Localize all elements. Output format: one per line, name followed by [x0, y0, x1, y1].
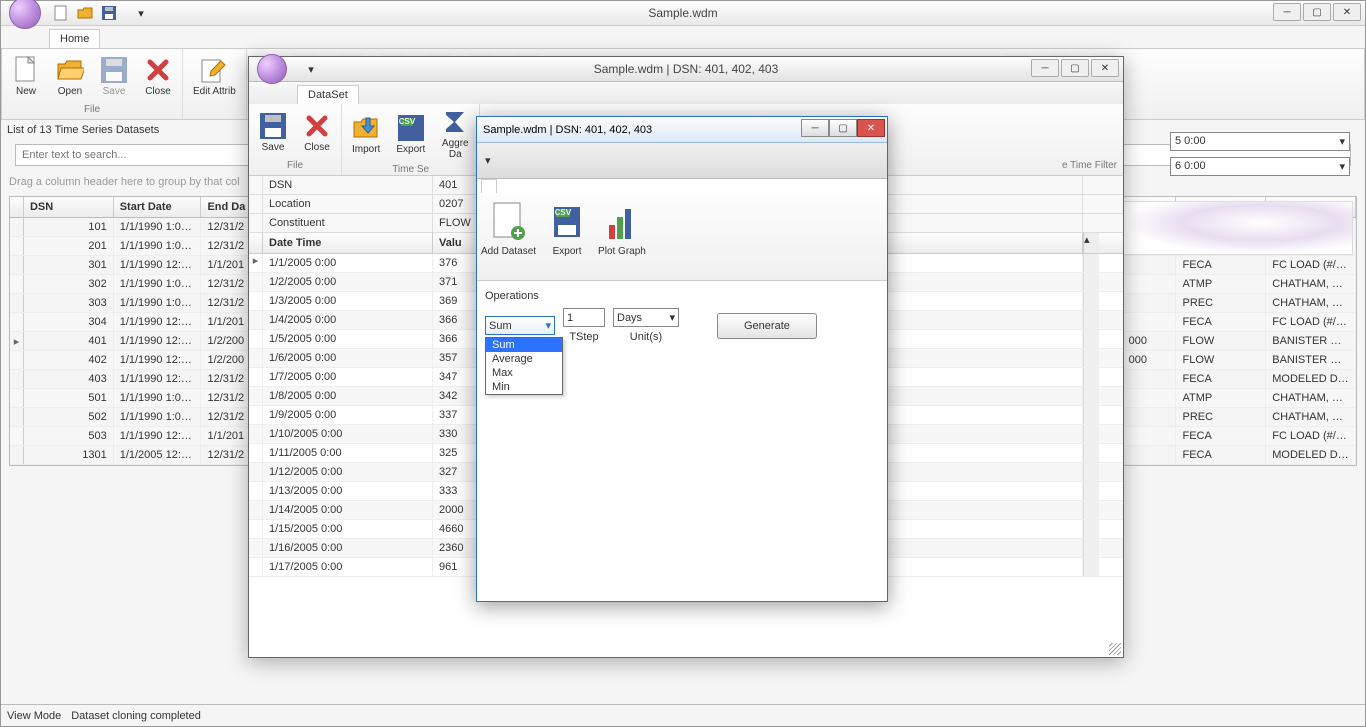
new-button[interactable]: New — [8, 54, 44, 99]
main-close-button[interactable]: ✕ — [1333, 3, 1361, 21]
ds-maximize-button[interactable]: ▢ — [1061, 59, 1089, 77]
col-start[interactable]: Start Date — [114, 197, 202, 217]
ds-minimize-button[interactable]: ─ — [1031, 59, 1059, 77]
ds-import-button[interactable]: Import — [348, 112, 384, 157]
chevron-down-icon: ▾ — [545, 319, 551, 332]
main-minimize-button[interactable]: ─ — [1273, 3, 1301, 21]
ds-col-datetime[interactable]: Date Time — [263, 233, 433, 253]
ds-close-button-ribbon[interactable]: Close — [299, 110, 335, 155]
dropdown-item-sum[interactable]: Sum — [486, 338, 562, 352]
status-message: Dataset cloning completed — [71, 710, 201, 722]
time-filter-start-combo[interactable]: 5 0:00▾ — [1170, 132, 1350, 151]
main-maximize-button[interactable]: ▢ — [1303, 3, 1331, 21]
svg-text:csv: csv — [555, 206, 572, 218]
col-dsn[interactable]: DSN — [24, 197, 114, 217]
resize-grip-icon[interactable] — [1109, 643, 1121, 655]
op-blank-tab[interactable] — [481, 179, 497, 193]
save-button[interactable]: Save — [96, 54, 132, 99]
add-dataset-button[interactable]: Add Dataset — [481, 199, 536, 274]
operations-section-label: Operations — [485, 290, 879, 302]
app-orb-icon[interactable] — [9, 0, 41, 29]
chevron-down-icon: ▾ — [1339, 160, 1345, 173]
dataset-window-title: Sample.wdm | DSN: 401, 402, 403 — [594, 62, 779, 76]
ds-qat-dropdown-icon[interactable]: ▾ — [303, 61, 319, 77]
open-button[interactable]: Open — [52, 54, 88, 99]
generate-button[interactable]: Generate — [717, 313, 817, 339]
time-filter-panel: 5 0:00▾ 6 0:00▾ — [1130, 132, 1350, 176]
tstep-input[interactable] — [563, 308, 605, 327]
unit-combo[interactable]: Days▾ — [613, 308, 679, 327]
close-button[interactable]: Close — [140, 54, 176, 99]
tstep-label: TStep — [569, 331, 598, 343]
decor-panel — [1123, 201, 1353, 255]
scrollbar-up-icon[interactable]: ▴ — [1083, 233, 1099, 253]
op-export-button[interactable]: csv Export — [548, 199, 586, 274]
ribbon-group-file-label: File — [84, 102, 100, 117]
edit-attrib-button[interactable]: Edit Attrib — [189, 54, 240, 99]
main-ribbon-tabs: Home — [1, 26, 1365, 48]
qat-new-icon[interactable] — [53, 5, 69, 21]
main-title-bar: ▾ Sample.wdm ─ ▢ ✕ — [1, 1, 1365, 26]
status-mode: View Mode — [7, 710, 61, 722]
ds-aggregate-button[interactable]: Aggre Da — [437, 106, 473, 162]
op-maximize-button[interactable]: ▢ — [829, 119, 857, 137]
op-qat-dropdown-icon[interactable]: ▾ — [485, 154, 491, 167]
chevron-down-icon: ▾ — [669, 311, 675, 324]
operations-window: Sample.wdm | DSN: 401, 402, 403 ─ ▢ ✕ ▾ … — [476, 116, 888, 602]
qat-save-icon[interactable] — [101, 5, 117, 21]
ds-export-button[interactable]: csvExport — [392, 112, 429, 157]
status-bar: View Mode Dataset cloning completed — [1, 704, 1365, 726]
qat-dropdown-icon[interactable]: ▾ — [133, 5, 149, 21]
dropdown-item-max[interactable]: Max — [486, 366, 562, 380]
dropdown-item-average[interactable]: Average — [486, 352, 562, 366]
qat-open-icon[interactable] — [77, 5, 93, 21]
dataset-title-bar[interactable]: ▾ Sample.wdm | DSN: 401, 402, 403 ─ ▢ ✕ — [249, 57, 1123, 82]
tab-home[interactable]: Home — [49, 29, 100, 48]
main-window-title: Sample.wdm — [648, 6, 717, 20]
op-close-button[interactable]: ✕ — [857, 119, 885, 137]
operations-window-title: Sample.wdm | DSN: 401, 402, 403 — [483, 124, 652, 136]
op-minimize-button[interactable]: ─ — [801, 119, 829, 137]
ds-close-button[interactable]: ✕ — [1091, 59, 1119, 77]
tab-dataset[interactable]: DataSet — [297, 85, 359, 104]
dropdown-item-min[interactable]: Min — [486, 380, 562, 394]
ds-save-button[interactable]: Save — [255, 110, 291, 155]
svg-text:csv: csv — [399, 115, 416, 127]
operations-ribbon: Add Dataset csv Export Plot Graph — [477, 193, 887, 281]
col-end[interactable]: End Da — [201, 197, 251, 217]
time-filter-end-combo[interactable]: 6 0:00▾ — [1170, 157, 1350, 176]
dataset-orb-icon[interactable] — [257, 54, 287, 84]
plot-graph-button[interactable]: Plot Graph — [598, 199, 646, 274]
operation-type-combo[interactable]: Sum▾ — [485, 316, 555, 335]
unit-label: Unit(s) — [630, 331, 662, 343]
operation-type-dropdown[interactable]: Sum Average Max Min — [485, 337, 563, 395]
chevron-down-icon: ▾ — [1339, 135, 1345, 148]
operations-title-bar[interactable]: Sample.wdm | DSN: 401, 402, 403 ─ ▢ ✕ — [477, 117, 887, 143]
